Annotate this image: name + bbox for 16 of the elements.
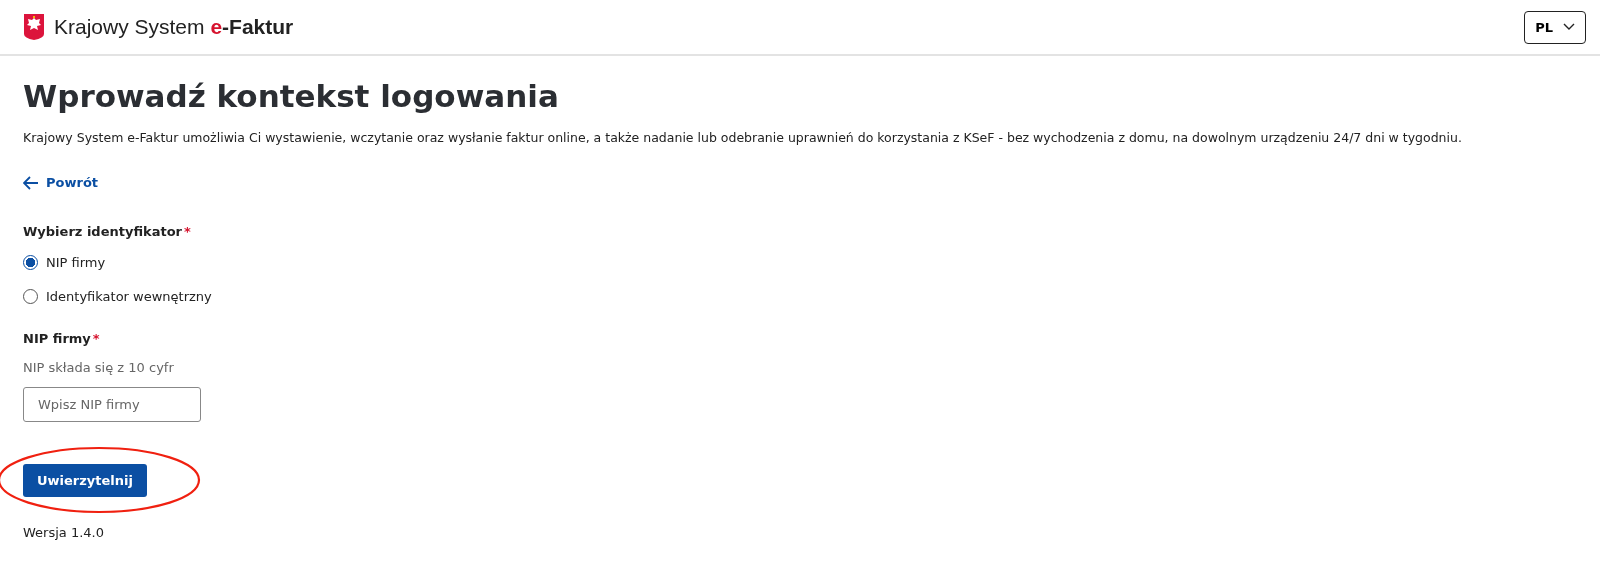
field-label: NIP firmy*	[23, 330, 101, 346]
chevron-down-icon	[1563, 23, 1575, 31]
authenticate-button[interactable]: Uwierzytelnij	[23, 463, 147, 497]
field-hint: NIP składa się z 10 cyfr	[23, 359, 175, 375]
radio-button[interactable]	[23, 255, 38, 270]
language-select[interactable]: PL	[1524, 10, 1586, 44]
radio-label[interactable]: Identyfikator wewnętrzny	[46, 289, 212, 304]
field-label: Wybierz identyfikator*	[23, 223, 192, 239]
nip-input-field[interactable]: Wpisz NIP firmy	[23, 386, 201, 422]
arrow-left-icon	[23, 175, 39, 190]
page-description: Krajowy System e-Faktur umożliwia Ci wystawienie, wczytanie oraz wysłanie faktur online, a także nadanie lub odebranie uprawnień do korzystania z KSeF - bez wychodzenia z domu, na dowolnym urządzeniu 24/7 dni w tygodniu.	[23, 130, 1463, 145]
page-title: Wprowadź kontekst logowania	[23, 78, 560, 114]
radio-label[interactable]: NIP firmy	[46, 255, 106, 270]
version-text: Wersja 1.4.0	[23, 524, 105, 540]
app-logo-text: Krajowy System e-Faktur	[54, 15, 294, 39]
back-link[interactable]: Powrót	[23, 175, 99, 190]
